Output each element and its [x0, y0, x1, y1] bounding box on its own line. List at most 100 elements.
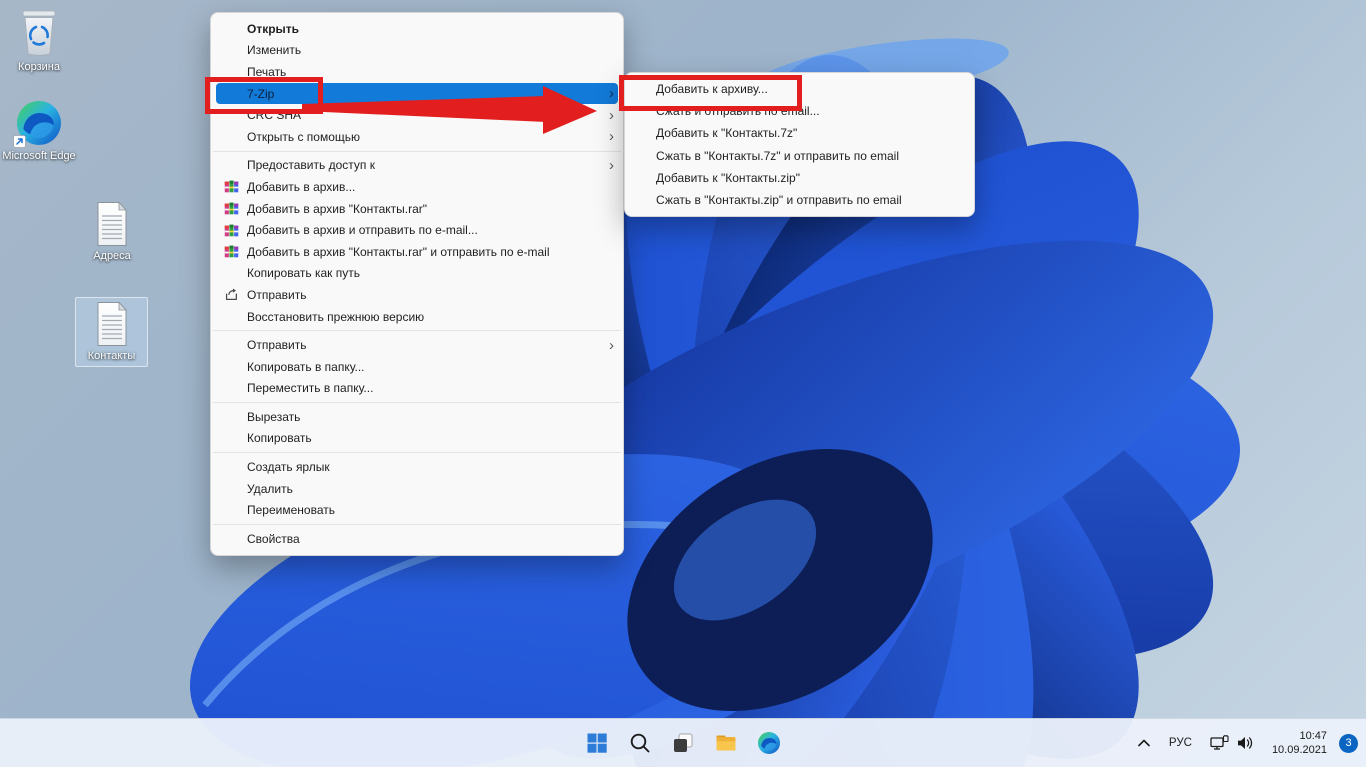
context-menu-item[interactable]: Удалить [216, 478, 618, 500]
time-label: 10:47 [1272, 729, 1327, 743]
tray-show-hidden-icons-button[interactable] [1131, 725, 1157, 761]
menu-item-label: Добавить к "Контакты.zip" [656, 171, 969, 185]
context-menu-item[interactable]: Изменить [216, 40, 618, 62]
context-menu-item[interactable]: Добавить в архив... [216, 176, 618, 198]
desktop-icon-label: Контакты [88, 350, 136, 363]
icon-slot [223, 481, 239, 497]
context-menu-item[interactable]: Восстановить прежнюю версию [216, 306, 618, 328]
menu-separator [213, 402, 621, 403]
context-menu-item-7zip[interactable]: 7-Zip› [216, 83, 618, 105]
task-view-icon [671, 731, 695, 755]
context-menu-item[interactable]: Отправить [216, 284, 618, 306]
menu-item-label: Добавить в архив и отправить по e-mail..… [247, 223, 618, 237]
menu-item-label: Добавить в архив "Контакты.rar" [247, 202, 618, 216]
taskbar-file-explorer-button[interactable] [706, 723, 746, 763]
submenu-item[interactable]: Сжать в "Контакты.zip" и отправить по em… [630, 189, 969, 211]
submenu-item-add-to-archive[interactable]: Добавить к архиву... [630, 78, 969, 100]
taskbar-task-view-button[interactable] [663, 723, 703, 763]
menu-separator [213, 452, 621, 453]
desktop-icon-label: Адреса [93, 250, 131, 263]
context-menu-item[interactable]: Создать ярлык [216, 456, 618, 478]
winrar-icon [223, 244, 239, 260]
desktop-icon-microsoft-edge[interactable]: Microsoft Edge [2, 99, 76, 163]
submenu-chevron-icon: › [609, 129, 614, 144]
file-explorer-icon [714, 731, 738, 755]
icon-slot [223, 502, 239, 518]
icon-slot [223, 409, 239, 425]
context-menu-item[interactable]: Добавить в архив и отправить по e-mail..… [216, 219, 618, 241]
menu-separator [213, 524, 621, 525]
context-menu-item[interactable]: Добавить в архив "Контакты.rar" [216, 198, 618, 220]
context-menu-item[interactable]: Добавить в архив "Контакты.rar" и отправ… [216, 241, 618, 263]
icon-slot [223, 359, 239, 375]
menu-item-label: Копировать [247, 431, 618, 445]
context-menu-item[interactable]: Предоставить доступ к› [216, 155, 618, 177]
share-icon [223, 287, 239, 303]
document-icon [94, 201, 130, 247]
submenu-item[interactable]: Добавить к "Контакты.zip" [630, 167, 969, 189]
menu-item-label: Копировать в папку... [247, 360, 618, 374]
taskbar-edge-button[interactable] [749, 723, 789, 763]
context-menu-item[interactable]: Открыть с помощью› [216, 126, 618, 148]
icon-slot [223, 337, 239, 353]
menu-item-label: Предоставить доступ к [247, 158, 609, 172]
taskbar: РУС 10:47 10.09.2021 3 [0, 718, 1366, 767]
menu-item-label: Сжать в "Контакты.zip" и отправить по em… [656, 193, 969, 207]
volume-icon [1237, 736, 1254, 750]
submenu-item[interactable]: Сжать и отправить по email... [630, 100, 969, 122]
menu-item-label: Добавить к архиву... [656, 82, 969, 96]
menu-separator [213, 330, 621, 331]
context-menu-item[interactable]: CRC SHA› [216, 104, 618, 126]
context-menu: ОткрытьИзменитьПечать7-Zip›CRC SHA›Откры… [210, 12, 624, 556]
icon-slot [223, 64, 239, 80]
menu-separator [213, 151, 621, 152]
desktop-icon-recycle-bin[interactable]: Корзина [6, 6, 72, 74]
winrar-icon [223, 222, 239, 238]
context-menu-item[interactable]: Копировать в папку... [216, 356, 618, 378]
icon-slot [223, 380, 239, 396]
desktop-icon-contacts[interactable]: Контакты [75, 297, 148, 367]
submenu-item[interactable]: Добавить к "Контакты.7z" [630, 122, 969, 144]
shortcut-arrow-icon [13, 135, 26, 148]
menu-item-label: Изменить [247, 43, 618, 57]
tray-network-volume[interactable] [1204, 725, 1260, 761]
context-menu-item[interactable]: Копировать как путь [216, 263, 618, 285]
menu-item-label: Отправить [247, 338, 609, 352]
context-menu-item[interactable]: Печать [216, 61, 618, 83]
tray-language-indicator[interactable]: РУС [1163, 725, 1198, 761]
desktop-icon-label: Корзина [18, 61, 60, 74]
clock[interactable]: 10:47 10.09.2021 [1266, 725, 1333, 761]
context-menu-item[interactable]: Отправить› [216, 334, 618, 356]
menu-item-label: Сжать в "Контакты.7z" и отправить по ema… [656, 149, 969, 163]
document-icon [94, 301, 130, 347]
submenu-chevron-icon: › [609, 338, 614, 353]
submenu-chevron-icon: › [609, 158, 614, 173]
icon-slot [223, 107, 239, 123]
menu-item-label: Отправить [247, 288, 618, 302]
context-menu-item[interactable]: Переименовать [216, 499, 618, 521]
context-menu-item[interactable]: Переместить в папку... [216, 378, 618, 400]
context-menu-item[interactable]: Свойства [216, 528, 618, 550]
submenu-chevron-icon: › [609, 86, 614, 101]
desktop-icon-addresses[interactable]: Адреса [80, 201, 144, 263]
winrar-icon [223, 201, 239, 217]
taskbar-start-button[interactable] [577, 723, 617, 763]
language-label: РУС [1169, 737, 1192, 749]
date-label: 10.09.2021 [1272, 743, 1327, 757]
menu-item-label: Добавить в архив "Контакты.rar" и отправ… [247, 245, 618, 259]
menu-item-label: Добавить к "Контакты.7z" [656, 126, 969, 140]
recycle-bin-icon [17, 6, 61, 58]
menu-item-label: Открыть [247, 22, 618, 36]
submenu-chevron-icon: › [609, 108, 614, 123]
network-icon [1210, 735, 1229, 751]
icon-slot [223, 21, 239, 37]
notification-badge[interactable]: 3 [1339, 734, 1358, 753]
taskbar-search-button[interactable] [620, 723, 660, 763]
submenu-item[interactable]: Сжать в "Контакты.7z" и отправить по ema… [630, 145, 969, 167]
context-menu-item[interactable]: Вырезать [216, 406, 618, 428]
context-menu-item[interactable]: Открыть [216, 18, 618, 40]
search-icon [628, 731, 652, 755]
context-menu-item[interactable]: Копировать [216, 428, 618, 450]
menu-item-label: Вырезать [247, 410, 618, 424]
menu-item-label: CRC SHA [247, 108, 609, 122]
